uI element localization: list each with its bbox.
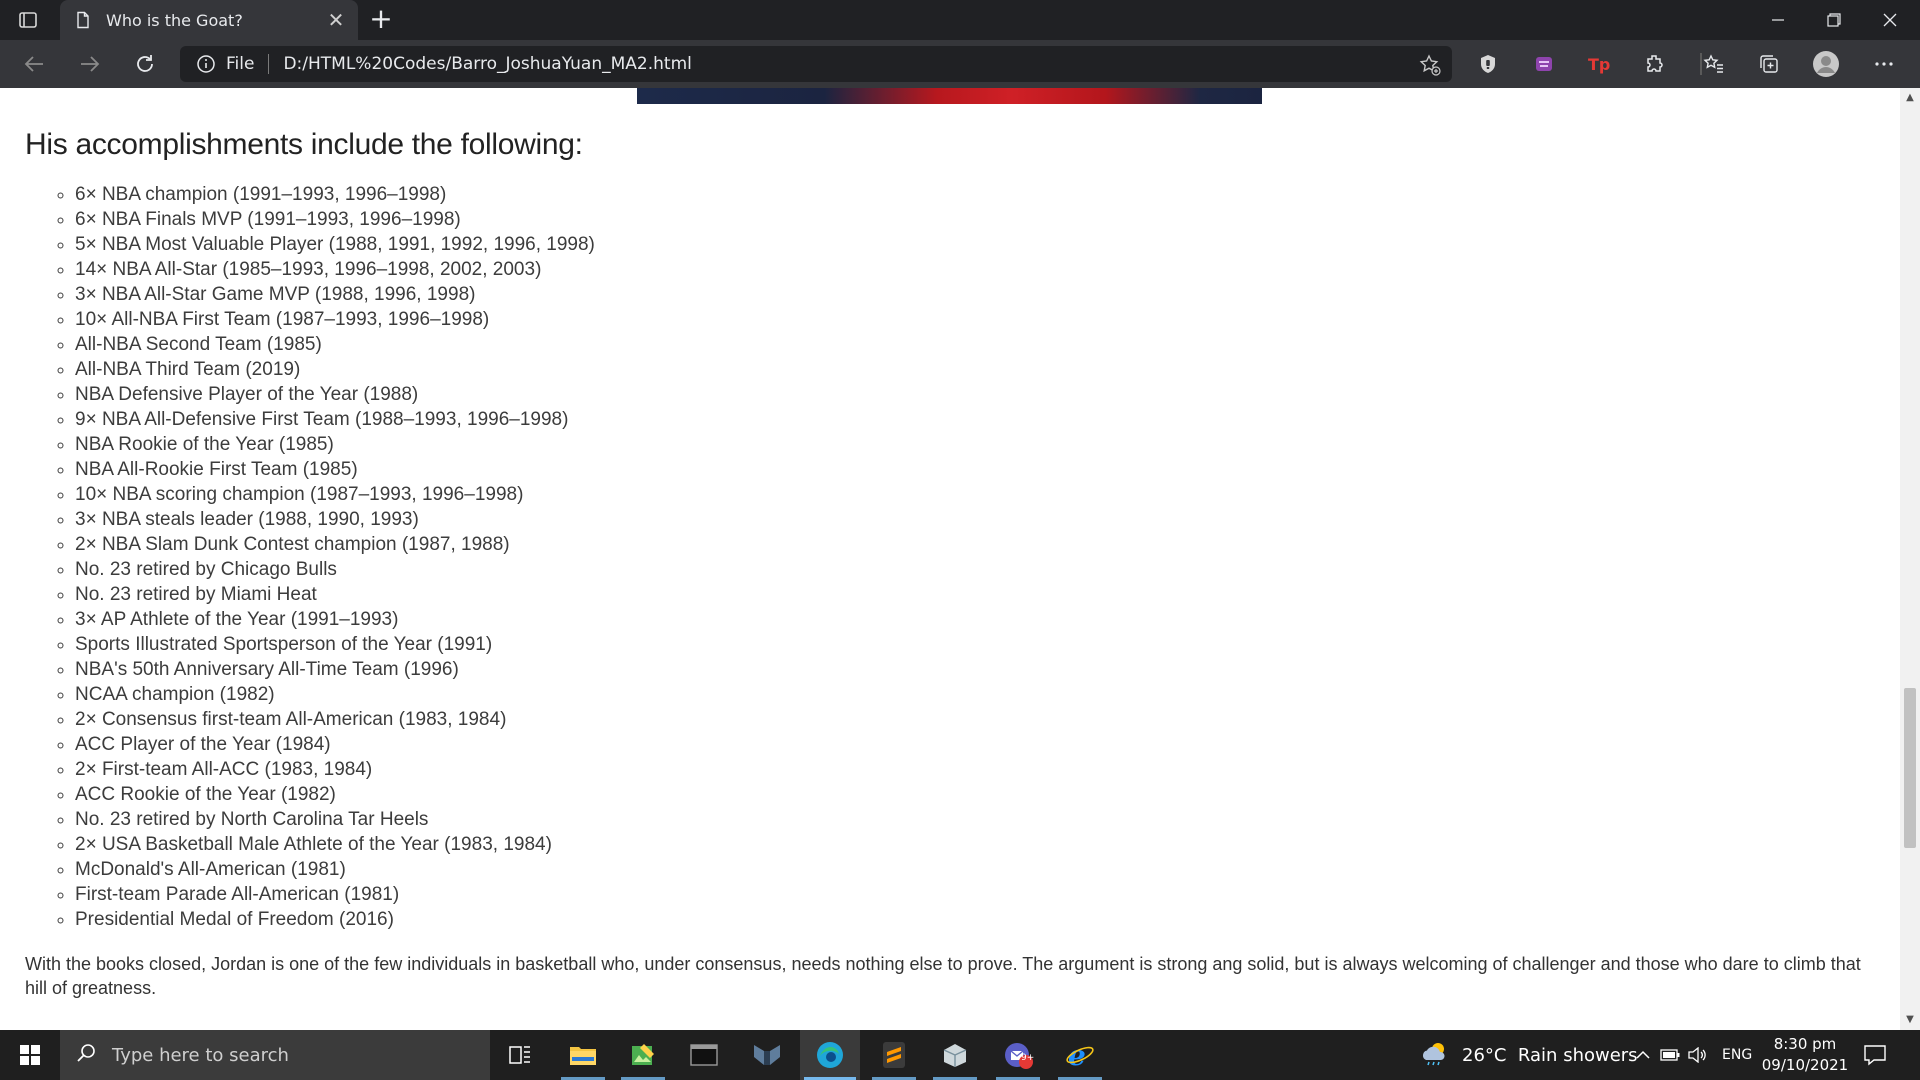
weather-widget[interactable]: 26°C Rain showers — [1420, 1030, 1638, 1080]
forward-button[interactable] — [76, 50, 104, 78]
weather-text: 26°C Rain showers — [1462, 1044, 1638, 1066]
accomplishment-item: 2× First-team All-ACC (1983, 1984) — [75, 757, 1880, 782]
restore-button[interactable] — [1806, 0, 1862, 40]
extensions-icon[interactable] — [1641, 50, 1669, 78]
edge-browser-icon[interactable] — [800, 1030, 860, 1080]
tab-active[interactable]: Who is the Goat? ✕ — [60, 0, 358, 40]
task-view-button[interactable] — [490, 1030, 550, 1080]
accomplishment-item: No. 23 retired by Miami Heat — [75, 582, 1880, 607]
accomplishment-item: 9× NBA All-Defensive First Team (1988–19… — [75, 407, 1880, 432]
accomplishment-item: NBA's 50th Anniversary All-Time Team (19… — [75, 657, 1880, 682]
weather-cloud-sun-icon — [1420, 1040, 1452, 1071]
taskbar-search-box[interactable]: Type here to search — [60, 1030, 490, 1080]
utility-app-icon[interactable] — [925, 1030, 985, 1080]
accomplishment-item: NCAA champion (1982) — [75, 682, 1880, 707]
page-content: His accomplishments include the followin… — [25, 128, 1880, 1000]
page-viewport: His accomplishments include the followin… — [0, 88, 1900, 1030]
mail-app-icon[interactable]: 9+ — [988, 1030, 1048, 1080]
internet-explorer-icon[interactable]: e — [1050, 1030, 1110, 1080]
more-options-icon[interactable] — [1870, 50, 1898, 78]
accomplishment-item: NBA Defensive Player of the Year (1988) — [75, 382, 1880, 407]
battery-icon[interactable] — [1656, 1049, 1684, 1061]
system-tray: ENG — [1630, 1030, 1752, 1080]
accomplishment-item: McDonald's All-American (1981) — [75, 857, 1880, 882]
accomplishments-list: 6× NBA champion (1991–1993, 1996–1998)6×… — [25, 182, 1880, 932]
taskbar-clock[interactable]: 8:30 pm 09/10/2021 — [1760, 1034, 1850, 1076]
accomplishment-item: ACC Player of the Year (1984) — [75, 732, 1880, 757]
accomplishments-heading: His accomplishments include the followin… — [25, 128, 583, 161]
sublime-text-icon[interactable] — [864, 1030, 924, 1080]
accomplishment-item: 2× USA Basketball Male Athlete of the Ye… — [75, 832, 1880, 857]
address-scheme: File — [226, 54, 255, 74]
back-button[interactable] — [20, 50, 48, 78]
accomplishment-item: ACC Rookie of the Year (1982) — [75, 782, 1880, 807]
accomplishment-item: NBA Rookie of the Year (1985) — [75, 432, 1880, 457]
accomplishment-item: 6× NBA champion (1991–1993, 1996–1998) — [75, 182, 1880, 207]
svg-text:Tp: Tp — [1588, 55, 1610, 74]
accomplishment-item: 3× AP Athlete of the Year (1991–1993) — [75, 607, 1880, 632]
accomplishment-item: 2× NBA Slam Dunk Contest champion (1987,… — [75, 532, 1880, 557]
accomplishment-item: No. 23 retired by Chicago Bulls — [75, 557, 1880, 582]
file-explorer-icon[interactable] — [553, 1030, 613, 1080]
tab-close-button[interactable]: ✕ — [324, 8, 348, 32]
clock-date: 09/10/2021 — [1761, 1056, 1849, 1074]
language-indicator[interactable]: ENG — [1722, 1047, 1752, 1063]
shield-extension-icon[interactable] — [1474, 50, 1502, 78]
search-placeholder: Type here to search — [112, 1044, 289, 1066]
browser-toolbar: File D:/HTML%20Codes/Barro_JoshuaYuan_MA… — [0, 40, 1920, 88]
accomplishment-item: First-team Parade All-American (1981) — [75, 882, 1880, 907]
accomplishment-item: All-NBA Third Team (2019) — [75, 357, 1880, 382]
tab-title: Who is the Goat? — [106, 10, 243, 30]
accomplishment-item: 6× NBA Finals MVP (1991–1993, 1996–1998) — [75, 207, 1880, 232]
collections-icon[interactable] — [1755, 50, 1783, 78]
minimize-button[interactable] — [1750, 0, 1806, 40]
accomplishment-item: Presidential Medal of Freedom (2016) — [75, 907, 1880, 932]
scroll-down-arrow-icon[interactable]: ▼ — [1904, 1014, 1916, 1026]
accomplishment-item: 3× NBA steals leader (1988, 1990, 1993) — [75, 507, 1880, 532]
accomplishment-item: 10× All-NBA First Team (1987–1993, 1996–… — [75, 307, 1880, 332]
terminal-icon[interactable] — [674, 1030, 734, 1080]
photo-editor-icon[interactable] — [613, 1030, 673, 1080]
accomplishment-item: All-NBA Second Team (1985) — [75, 332, 1880, 357]
volume-icon[interactable] — [1684, 1047, 1710, 1063]
clock-time: 8:30 pm — [1773, 1035, 1837, 1053]
tp-extension-icon[interactable]: Tp — [1585, 50, 1613, 78]
accomplishment-item: NBA All-Rookie First Team (1985) — [75, 457, 1880, 482]
mail-badge: 9+ — [1021, 1053, 1035, 1063]
windows-start-button[interactable] — [0, 1030, 60, 1080]
jordan-photo — [637, 88, 1262, 104]
show-hidden-icons-chevron-icon[interactable] — [1630, 1050, 1656, 1060]
accomplishment-item: Sports Illustrated Sportsperson of the Y… — [75, 632, 1880, 657]
purple-extension-icon[interactable] — [1530, 50, 1558, 78]
accomplishment-item: No. 23 retired by North Carolina Tar Hee… — [75, 807, 1880, 832]
info-icon[interactable] — [196, 54, 216, 74]
add-favorite-icon[interactable] — [1418, 53, 1442, 77]
new-tab-button[interactable]: + — [368, 5, 394, 33]
search-icon — [76, 1042, 98, 1068]
close-window-button[interactable] — [1862, 0, 1918, 40]
notification-center-icon[interactable] — [1862, 1042, 1888, 1068]
accomplishment-item: 5× NBA Most Valuable Player (1988, 1991,… — [75, 232, 1880, 257]
address-url[interactable]: D:/HTML%20Codes/Barro_JoshuaYuan_MA2.htm… — [283, 54, 691, 74]
accomplishment-item: 2× Consensus first-team All-American (19… — [75, 707, 1880, 732]
favorites-icon[interactable] — [1700, 50, 1728, 78]
tab-actions-icon[interactable] — [18, 10, 38, 30]
scroll-up-arrow-icon[interactable]: ▲ — [1904, 92, 1916, 104]
closing-paragraph: With the books closed, Jordan is one of … — [25, 954, 1861, 998]
profile-avatar[interactable] — [1812, 50, 1840, 78]
page-icon — [74, 11, 92, 29]
refresh-button[interactable] — [131, 50, 159, 78]
vertical-scrollbar[interactable]: ▲ ▼ — [1900, 88, 1920, 1030]
address-bar[interactable]: File D:/HTML%20Codes/Barro_JoshuaYuan_MA… — [180, 46, 1452, 82]
accomplishment-item: 10× NBA scoring champion (1987–1993, 199… — [75, 482, 1880, 507]
accomplishment-item: 14× NBA All-Star (1985–1993, 1996–1998, … — [75, 257, 1880, 282]
accomplishment-item: 3× NBA All-Star Game MVP (1988, 1996, 19… — [75, 282, 1880, 307]
tab-strip: Who is the Goat? ✕ + — [0, 0, 1920, 40]
scroll-thumb[interactable] — [1904, 688, 1916, 848]
taskbar: Type here to search 9+ e 26°C Rain showe… — [0, 1030, 1920, 1080]
predator-sense-icon[interactable] — [737, 1030, 797, 1080]
address-divider — [268, 54, 270, 74]
